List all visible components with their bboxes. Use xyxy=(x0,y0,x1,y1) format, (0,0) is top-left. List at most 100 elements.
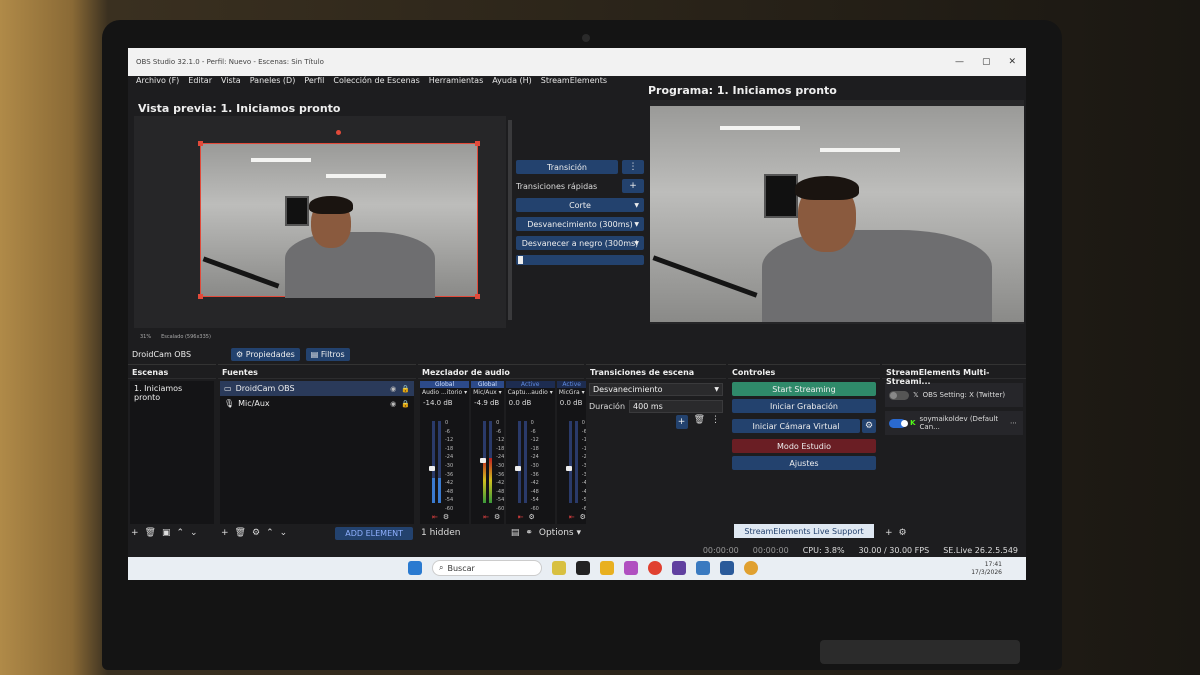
source-item[interactable]: 🎙 Mic/Aux ◉ 🔒 xyxy=(220,396,414,411)
add-element-button[interactable]: ADD ELEMENT xyxy=(335,526,413,540)
add-icon[interactable]: + xyxy=(221,528,229,538)
volume-slider-knob[interactable] xyxy=(429,466,435,472)
add-icon[interactable]: + xyxy=(131,528,139,538)
chevron-up-icon[interactable]: ⌃ xyxy=(266,528,274,538)
rotate-handle[interactable] xyxy=(336,130,341,135)
gear-icon[interactable]: ⚙ xyxy=(494,513,500,521)
mute-icon[interactable]: ⇤ xyxy=(432,513,438,521)
menu-coleccion[interactable]: Colección de Escenas xyxy=(333,76,419,90)
support-button[interactable]: StreamElements Live Support xyxy=(734,524,874,538)
file-explorer-icon[interactable] xyxy=(600,561,614,575)
transition-slider[interactable] xyxy=(516,255,644,265)
transition-select[interactable]: Desvanecimiento ▼ xyxy=(589,383,723,396)
menu-vista[interactable]: Vista xyxy=(221,76,241,90)
teams-icon[interactable] xyxy=(672,561,686,575)
filter-icon[interactable]: ▣ xyxy=(162,528,171,538)
mute-icon[interactable]: ⇤ xyxy=(483,513,489,521)
resize-handle[interactable] xyxy=(198,141,203,146)
taskbar-search[interactable]: ⌕ Buscar xyxy=(432,560,542,576)
virtual-cam-button[interactable]: Iniciar Cámara Virtual xyxy=(732,419,860,433)
fade-black-button[interactable]: Desvanecer a negro (300ms) ▼ xyxy=(516,236,644,250)
maximize-button[interactable]: ▢ xyxy=(982,57,991,67)
menu-editar[interactable]: Editar xyxy=(188,76,212,90)
properties-button[interactable]: ⚙ Propiedades xyxy=(231,347,300,361)
gear-icon[interactable]: ⚙ xyxy=(862,419,876,433)
start-streaming-button[interactable]: Start Streaming xyxy=(732,382,876,396)
menu-ayuda[interactable]: Ayuda (H) xyxy=(492,76,532,90)
gear-icon[interactable]: ⚙ xyxy=(443,513,449,521)
more-icon[interactable]: ⋯ xyxy=(1010,419,1017,427)
scale-tick: -54 xyxy=(496,497,505,504)
link-icon[interactable]: ⚭ xyxy=(525,528,533,538)
chevron-down-icon[interactable]: ⌄ xyxy=(190,528,198,538)
add-quick-transition-icon[interactable]: + xyxy=(622,179,644,193)
scale-tick: 0 xyxy=(530,420,534,426)
volume-slider-knob[interactable] xyxy=(565,466,572,472)
menu-herramientas[interactable]: Herramientas xyxy=(429,76,484,90)
menu-paneles[interactable]: Paneles (D) xyxy=(250,76,296,90)
zoom-value[interactable]: 31% xyxy=(140,334,151,340)
trash-icon[interactable]: 🗑 xyxy=(694,415,705,429)
filters-button[interactable]: ▤ Filtros xyxy=(305,347,350,361)
settings-icon[interactable] xyxy=(696,561,710,575)
fade-button[interactable]: Desvanecimiento (300ms) ▼ xyxy=(516,217,644,231)
menu-streamelements[interactable]: StreamElements xyxy=(541,76,607,90)
toggle-switch[interactable] xyxy=(889,418,909,428)
gear-icon[interactable]: ⚙ xyxy=(899,528,907,538)
add-icon[interactable]: + xyxy=(885,528,893,538)
resize-handle[interactable] xyxy=(198,294,203,299)
store-icon[interactable] xyxy=(720,561,734,575)
webcam-dot xyxy=(582,34,590,42)
widgets-icon[interactable] xyxy=(552,561,566,575)
layout-icon[interactable]: ▤ xyxy=(511,528,520,538)
toggle-switch[interactable] xyxy=(889,390,909,400)
resize-handle[interactable] xyxy=(475,294,480,299)
source-item[interactable]: ▭ DroidCam OBS ◉ 🔒 xyxy=(220,381,414,396)
chevron-down-icon[interactable]: ⌄ xyxy=(280,528,288,538)
trash-icon[interactable]: 🗑 xyxy=(235,528,246,538)
lock-icon[interactable]: 🔒 xyxy=(401,385,410,393)
start-recording-button[interactable]: Iniciar Grabación xyxy=(732,399,876,413)
person-hair xyxy=(795,176,859,200)
duration-input[interactable]: 400 ms xyxy=(629,400,723,413)
preview-canvas[interactable] xyxy=(134,116,506,328)
settings-button[interactable]: Ajustes xyxy=(732,456,876,470)
add-icon[interactable]: + xyxy=(675,415,688,429)
mute-icon[interactable]: ⇤ xyxy=(569,513,575,521)
resize-handle[interactable] xyxy=(475,141,480,146)
person-body xyxy=(762,230,992,322)
volume-slider-knob[interactable] xyxy=(514,466,521,472)
eye-icon[interactable]: ◉ xyxy=(390,400,396,408)
obs-icon[interactable] xyxy=(744,561,758,575)
transition-more-icon[interactable]: ⋮ xyxy=(622,160,644,174)
chevron-up-icon[interactable]: ⌃ xyxy=(177,528,185,538)
cut-button[interactable]: Corte ▼ xyxy=(516,198,644,212)
close-button[interactable]: ✕ xyxy=(1008,57,1016,67)
menu-perfil[interactable]: Perfil xyxy=(304,76,324,90)
options-button[interactable]: Options ▾ xyxy=(539,528,581,538)
preview-scrollbar[interactable] xyxy=(508,120,512,320)
menu-archivo[interactable]: Archivo (F) xyxy=(136,76,179,90)
eye-icon[interactable]: ◉ xyxy=(390,385,396,393)
minimize-button[interactable]: — xyxy=(955,57,964,67)
chrome-icon[interactable] xyxy=(648,561,662,575)
preview-source-frame[interactable] xyxy=(198,130,480,299)
channel-db: 0.0 dB xyxy=(508,399,532,407)
mute-icon[interactable]: ⇤ xyxy=(518,513,524,521)
windows-icon[interactable] xyxy=(408,561,422,575)
studio-mode-button[interactable]: Modo Estudio xyxy=(732,439,876,453)
volume-slider-knob[interactable] xyxy=(480,457,487,463)
more-icon[interactable]: ⋮ xyxy=(711,415,720,429)
lock-icon[interactable]: 🔒 xyxy=(401,400,410,408)
gear-icon[interactable]: ⚙ xyxy=(252,528,260,538)
gear-icon[interactable]: ⚙ xyxy=(580,513,586,521)
properties-label: Propiedades xyxy=(245,349,295,359)
transition-button[interactable]: Transición xyxy=(516,160,618,174)
transition-row: Transición ⋮ xyxy=(516,160,644,174)
gear-icon[interactable]: ⚙ xyxy=(529,513,535,521)
scene-item[interactable]: 1. Iniciamos pronto xyxy=(130,381,214,405)
trash-icon[interactable]: 🗑 xyxy=(145,528,156,538)
system-clock[interactable]: 17:41 17/3/2026 xyxy=(971,561,1002,577)
task-view-icon[interactable] xyxy=(576,561,590,575)
app-icon[interactable] xyxy=(624,561,638,575)
